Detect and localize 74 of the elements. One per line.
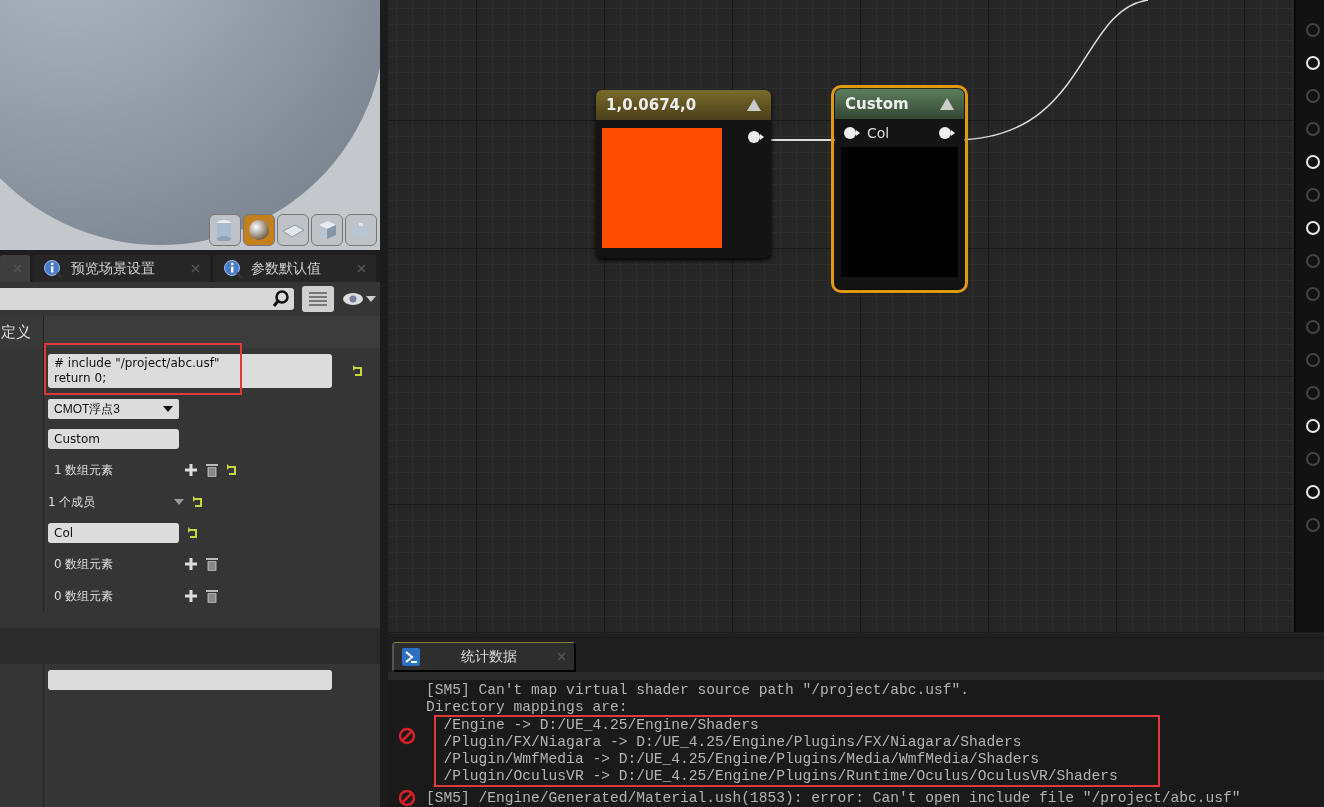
log-line: /Plugin/FX/Niagara -> D:/UE_4.25/Engine/Plugins/FX/Niagara/Shaders	[442, 734, 1023, 751]
input-pin[interactable]	[1306, 386, 1320, 400]
delete-button[interactable]	[206, 589, 218, 603]
reset-arrow-icon[interactable]	[192, 496, 204, 508]
log-line: Directory mappings are:	[426, 699, 629, 716]
reset-arrow-icon[interactable]	[226, 464, 238, 476]
close-icon[interactable]	[357, 264, 366, 273]
input-pin[interactable]	[1306, 320, 1320, 334]
search-icon	[272, 290, 290, 308]
input-pin[interactable]	[1306, 122, 1320, 136]
caret-icon	[366, 296, 376, 302]
preview-shape-button[interactable]	[277, 214, 309, 246]
text-field[interactable]: Custom	[48, 429, 179, 449]
stats-tab[interactable]: 统计数据	[392, 642, 576, 672]
preview-shape-button[interactable]	[311, 214, 343, 246]
info-search-icon	[43, 258, 63, 279]
preview-shape-button[interactable]	[345, 214, 377, 246]
eye-icon	[342, 292, 364, 306]
search-field[interactable]	[0, 288, 294, 310]
reset-arrow-icon[interactable]	[187, 527, 199, 539]
log-line: /Engine -> D:/UE_4.25/Engine/Shaders	[442, 717, 760, 734]
log-line: [SM5] Can't map virtual shader source path "/project/abc.usf".	[426, 682, 970, 699]
expand-button[interactable]	[174, 499, 184, 505]
preview-shape-button[interactable]	[209, 214, 241, 246]
error-icon	[398, 726, 416, 745]
close-icon[interactable]	[191, 264, 200, 273]
console-icon	[402, 647, 420, 666]
section-title: 定义	[1, 322, 31, 342]
input-pin[interactable]	[1306, 89, 1320, 103]
log-line: /Plugin/OculusVR -> D:/UE_4.25/Engine/Plugins/Runtime/Oculus/OculusVR/Shaders	[442, 768, 1118, 785]
node-title: Custom	[845, 95, 909, 113]
array-count: 0 数组元素	[53, 555, 115, 573]
input-pin[interactable]	[1306, 188, 1320, 202]
input-pin[interactable]	[1306, 254, 1320, 268]
graph-node[interactable]: 1,0.0674,0	[596, 90, 771, 258]
visibility-button[interactable]	[342, 292, 376, 306]
collapse-icon[interactable]	[940, 98, 954, 110]
pin-icon[interactable]	[747, 130, 765, 144]
preview-shape-button[interactable]	[243, 214, 275, 246]
code-text-field[interactable]: # include "/project/abc.usf" return 0;	[48, 354, 332, 388]
list-view-button[interactable]	[302, 286, 334, 312]
input-pin[interactable]	[1306, 452, 1320, 466]
info-search-icon	[223, 258, 243, 279]
array-count: 1 数组元素	[53, 461, 115, 479]
log-line: /Plugin/WmfMedia -> D:/UE_4.25/Engine/Plugins/Media/WmfMedia/Shaders	[442, 751, 1041, 768]
type-dropdown[interactable]: CMOT浮点3	[48, 399, 179, 419]
add-button[interactable]	[184, 589, 198, 603]
error-icon	[398, 789, 416, 807]
pin-icon[interactable]	[843, 126, 861, 140]
delete-button[interactable]	[206, 557, 218, 571]
close-icon[interactable]	[557, 652, 566, 661]
input-pin[interactable]	[1306, 287, 1320, 301]
caret-icon	[163, 406, 173, 412]
pin-icon[interactable]	[938, 126, 956, 140]
delete-button[interactable]	[206, 463, 218, 477]
collapse-icon[interactable]	[747, 99, 761, 111]
input-pin[interactable]	[1306, 518, 1320, 532]
panel-tab[interactable]: 预览场景设置	[33, 255, 210, 282]
add-button[interactable]	[184, 557, 198, 571]
text-field[interactable]: Col	[48, 523, 179, 543]
input-pin[interactable]	[1306, 23, 1320, 37]
pin-label: Col	[867, 125, 890, 141]
log-line: [SM5] /Engine/Generated/Material.ush(1853): error: Can't open include file "/project/abc.usf"	[426, 789, 1241, 807]
cube-icon	[316, 219, 338, 241]
input-pin[interactable]	[1306, 353, 1320, 367]
array-count: 0 数组元素	[53, 587, 115, 605]
panel-tab[interactable]: 参数默认值	[213, 255, 376, 282]
sphere-icon	[248, 219, 270, 241]
member-count: 1 个成员	[48, 493, 97, 511]
add-button[interactable]	[184, 463, 198, 477]
list-icon	[309, 291, 327, 307]
reset-arrow-icon[interactable]	[352, 365, 364, 377]
node-title: 1,0.0674,0	[606, 96, 697, 114]
text-field[interactable]	[48, 670, 332, 690]
